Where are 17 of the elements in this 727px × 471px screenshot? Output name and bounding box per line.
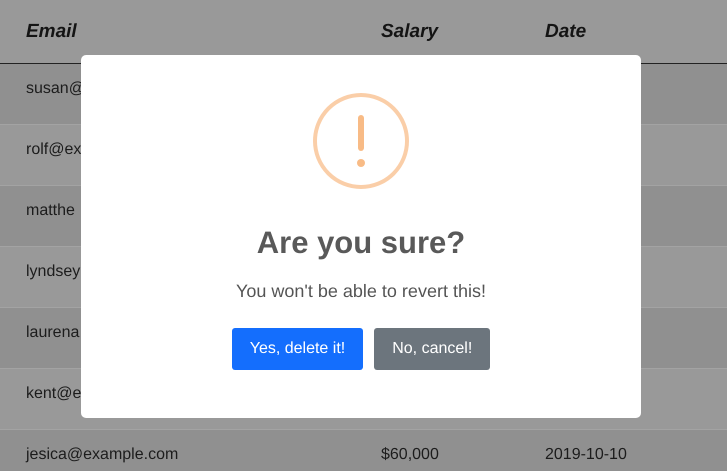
column-header: Email bbox=[26, 20, 78, 42]
table-cell: lyndsey bbox=[26, 263, 80, 280]
dialog-message: You won't be able to revert this! bbox=[236, 281, 486, 302]
table-cell: susan@ bbox=[26, 80, 85, 97]
column-header: Date bbox=[545, 20, 588, 42]
table-cell: kent@e bbox=[26, 385, 82, 402]
column-header: Salary bbox=[381, 20, 440, 42]
table-cell: matthe bbox=[26, 202, 75, 219]
table-cell: rolf@ex bbox=[26, 141, 82, 158]
table-cell: jesica@example.com bbox=[26, 446, 178, 463]
table-cell: 2019-10-10 bbox=[545, 446, 627, 463]
table-cell: laurena bbox=[26, 324, 80, 341]
warning-icon bbox=[313, 93, 409, 189]
cancel-button[interactable]: No, cancel! bbox=[374, 328, 490, 370]
dialog-title: Are you sure? bbox=[256, 225, 466, 261]
table-cell: $60,000 bbox=[381, 446, 439, 463]
confirm-button[interactable]: Yes, delete it! bbox=[232, 328, 364, 370]
